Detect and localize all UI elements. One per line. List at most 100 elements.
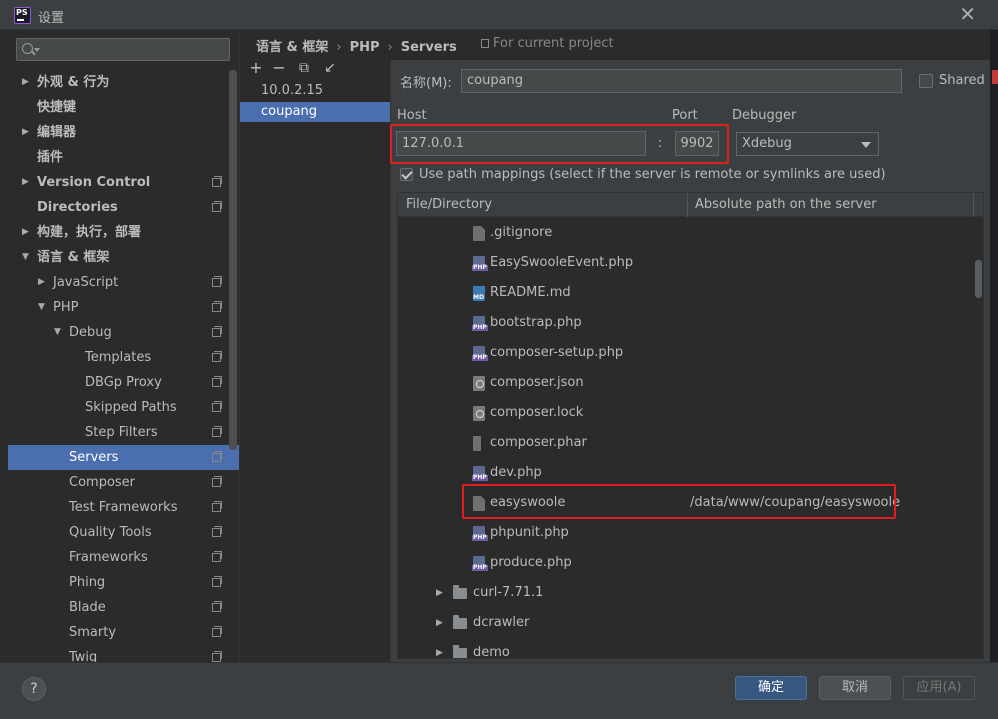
tree-item[interactable]: Directories [8, 195, 239, 220]
apply-button[interactable]: 应用(A) [903, 676, 975, 700]
expand-right-icon[interactable]: ▶ [38, 270, 45, 295]
project-scope-icon [212, 551, 222, 562]
tree-item-label: Step Filters [85, 425, 158, 440]
breadcrumb-lang[interactable]: 语言 & 框架 [256, 40, 328, 55]
project-scope-icon [212, 201, 222, 212]
tree-item-label: Smarty [69, 625, 117, 640]
tree-item-label: Frameworks [69, 550, 148, 565]
tree-item[interactable]: Composer [8, 470, 239, 495]
cancel-button[interactable]: 取消 [819, 676, 891, 700]
tree-item-label: 语言 & 框架 [37, 250, 110, 265]
ok-button[interactable]: 确定 [735, 676, 807, 700]
name-input[interactable]: coupang [461, 69, 902, 93]
expand-down-icon[interactable]: ▼ [54, 320, 61, 345]
project-scope-icon [212, 176, 222, 187]
row-name: bootstrap.php [490, 315, 582, 330]
help-button[interactable]: ? [22, 677, 46, 701]
server-list: 10.0.2.15 coupang [240, 81, 390, 661]
row-name: EasySwooleEvent.php [490, 255, 634, 270]
debugger-label: Debugger [732, 108, 797, 123]
phar-file-icon [473, 436, 481, 451]
tree-item[interactable]: Skipped Paths [8, 395, 239, 420]
server-item[interactable]: coupang [240, 102, 390, 122]
table-scrollbar[interactable] [975, 260, 982, 298]
tree-item-label: Version Control [37, 175, 151, 190]
remove-icon[interactable]: − [269, 58, 289, 78]
shared-checkbox[interactable] [919, 74, 933, 88]
tree-scrollbar[interactable] [229, 70, 237, 450]
tree-item[interactable]: Servers [8, 445, 239, 470]
tree-item[interactable]: ▶ 编辑器 [8, 120, 239, 145]
expand-right-icon[interactable]: ▶ [22, 170, 29, 195]
tree-item[interactable]: Smarty [8, 620, 239, 645]
expand-right-icon[interactable]: ▶ [22, 120, 29, 145]
add-icon[interactable]: + [246, 58, 266, 78]
project-scope-icon [212, 351, 222, 362]
tree-item[interactable]: ▼ PHP [8, 295, 239, 320]
import-icon[interactable]: ↙ [320, 58, 340, 78]
row-name: README.md [490, 285, 571, 300]
use-path-mappings-checkbox[interactable] [400, 168, 413, 181]
tree-item[interactable]: Blade [8, 595, 239, 620]
close-icon[interactable]: ✕ [959, 3, 976, 25]
tree-item[interactable]: ▶ 构建，执行，部署 [8, 220, 239, 245]
column-divider[interactable] [687, 193, 688, 217]
settings-search-input[interactable] [16, 38, 230, 61]
server-item[interactable]: 10.0.2.15 [240, 81, 390, 101]
tree-item[interactable]: Frameworks [8, 545, 239, 570]
table-row[interactable]: bootstrap.php [398, 308, 983, 338]
php-file-icon [472, 316, 488, 331]
tree-item-label: DBGp Proxy [85, 375, 162, 390]
tree-item-label: Quality Tools [69, 525, 152, 540]
project-scope-icon [212, 651, 222, 662]
tree-item[interactable]: 插件 [8, 145, 239, 170]
table-row[interactable]: phpunit.php [398, 518, 983, 548]
breadcrumb-php[interactable]: PHP [350, 40, 380, 55]
tree-item-label: Composer [69, 475, 136, 490]
table-row[interactable]: composer.lock [398, 398, 983, 428]
project-scope-icon [212, 276, 222, 287]
expand-right-icon[interactable]: ▶ [436, 638, 443, 658]
tree-item[interactable]: Templates [8, 345, 239, 370]
table-row[interactable]: .gitignore [398, 218, 983, 248]
tree-item[interactable]: DBGp Proxy [8, 370, 239, 395]
tree-item[interactable]: ▶ 外观 & 行为 [8, 70, 239, 95]
php-file-icon [472, 346, 488, 361]
tree-item[interactable]: Phing [8, 570, 239, 595]
expand-down-icon[interactable]: ▼ [38, 295, 45, 320]
for-project-label: For current project [493, 36, 614, 51]
tree-item[interactable]: ▶ JavaScript [8, 270, 239, 295]
window-title: 设置 [38, 11, 65, 26]
expand-right-icon[interactable]: ▶ [22, 220, 29, 245]
table-row[interactable]: ▶ dcrawler [398, 608, 983, 638]
table-row[interactable]: composer.phar [398, 428, 983, 458]
expand-down-icon[interactable]: ▼ [22, 245, 29, 270]
tree-item-label: Phing [69, 575, 106, 590]
tree-item[interactable]: 快捷键 [8, 95, 239, 120]
chevron-down-icon [34, 48, 40, 52]
row-name: dcrawler [473, 615, 530, 630]
table-row[interactable]: EasySwooleEvent.php [398, 248, 983, 278]
tree-item[interactable]: Test Frameworks [8, 495, 239, 520]
tree-item-label: 编辑器 [37, 125, 77, 140]
column-absolute-path[interactable]: Absolute path on the server [695, 197, 877, 212]
table-row[interactable]: composer-setup.php [398, 338, 983, 368]
column-file-directory[interactable]: File/Directory [406, 197, 492, 212]
table-row[interactable]: produce.php [398, 548, 983, 578]
tree-item[interactable]: ▼ Debug [8, 320, 239, 345]
json-file-icon [473, 406, 485, 421]
table-row[interactable]: composer.json [398, 368, 983, 398]
tree-item[interactable]: Step Filters [8, 420, 239, 445]
expand-right-icon[interactable]: ▶ [436, 608, 443, 638]
table-row[interactable]: ▶ demo [398, 638, 983, 658]
expand-right-icon[interactable]: ▶ [22, 70, 29, 95]
tree-item[interactable]: ▶ Version Control [8, 170, 239, 195]
copy-icon[interactable]: ⧉ [294, 58, 314, 78]
debugger-select[interactable]: Xdebug [736, 132, 879, 156]
expand-right-icon[interactable]: ▶ [436, 578, 443, 608]
path-mappings-table: File/Directory Absolute path on the serv… [397, 192, 984, 659]
table-row[interactable]: README.md [398, 278, 983, 308]
table-row[interactable]: ▶ curl-7.71.1 [398, 578, 983, 608]
tree-item[interactable]: Quality Tools [8, 520, 239, 545]
tree-item[interactable]: ▼ 语言 & 框架 [8, 245, 239, 270]
